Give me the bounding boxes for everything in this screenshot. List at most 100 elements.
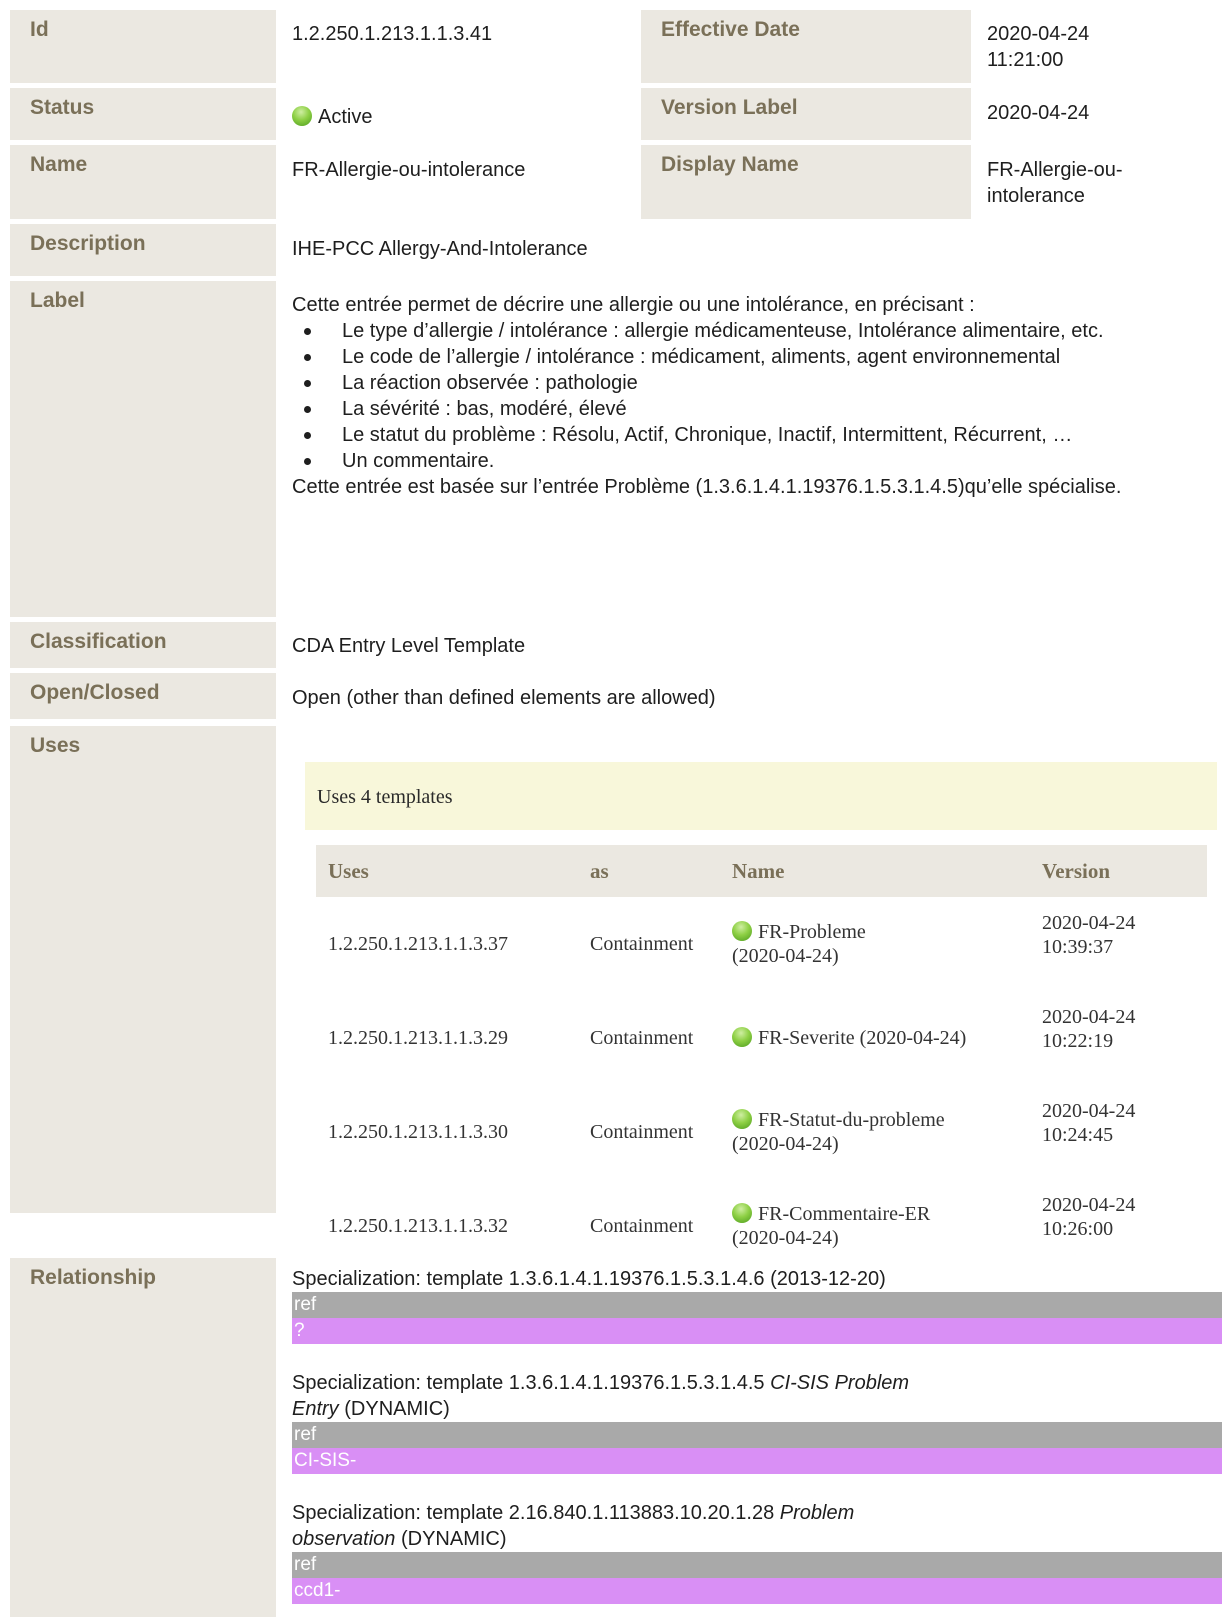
col-as-header: as [578,845,720,897]
specialization-flexibility: (DYNAMIC) [395,1528,507,1550]
classification-label: Classification [10,622,276,668]
prefix-bar: ? [292,1318,1222,1344]
ref-bar: ref [292,1292,1222,1318]
uses-as: Containment [590,1215,694,1237]
relationship-value: Specialization: template 1.3.6.1.4.1.193… [292,1262,1222,1604]
uses-as: Containment [590,1027,694,1049]
version-date: 2020-04-24 [1042,1194,1136,1216]
classification-value: CDA Entry Level Template [292,635,526,657]
description-label: Description [10,224,276,276]
status-label: Status [10,88,276,140]
label-outro: Cette entrée est basée sur l’entrée Prob… [292,476,1122,498]
label-value: Cette entrée permet de décrire une aller… [292,284,1192,500]
id-value: 1.2.250.1.213.1.1.3.41 [292,23,493,45]
list-item: Un commentaire. [304,448,1192,474]
uses-table: Uses as Name Version 1.2.250.1.213.1.1.3… [316,845,1207,1273]
display-name-value: FR-Allergie-ou- intolerance [987,149,1123,209]
status-text: Active [318,106,373,128]
ref-bar: ref [292,1422,1222,1448]
specialization-flexibility: (DYNAMIC) [338,1398,450,1420]
uses-name-date: (2020-04-24) [732,945,839,967]
template-link[interactable]: FR-Severite [758,1027,855,1049]
status-value: Active [292,96,372,130]
specialization-block: Specialization: template 1.3.6.1.4.1.193… [292,1370,1222,1474]
display-name-label: Display Name [641,145,971,219]
list-item: Le type d’allergie / intolérance : aller… [304,318,1192,344]
specialization-block: Specialization: template 2.16.840.1.1138… [292,1500,1222,1604]
list-item: Le statut du problème : Résolu, Actif, C… [304,422,1192,448]
uses-name-date: (2020-04-24) [859,1027,967,1049]
table-row: 1.2.250.1.213.1.1.3.29 Containment FR-Se… [316,991,1207,1085]
uses-version: 2020-04-24 10:39:37 [1030,897,1207,991]
specialization-name[interactable]: Problem [780,1502,854,1524]
uses-oid: 1.2.250.1.213.1.1.3.30 [328,1121,508,1143]
uses-version: 2020-04-24 10:26:00 [1030,1179,1207,1273]
name-value: FR-Allergie-ou-intolerance [292,159,526,181]
active-status-icon [732,1203,752,1223]
version-label-label: Version Label [641,88,971,140]
active-status-icon [732,1109,752,1129]
table-row: 1.2.250.1.213.1.1.3.32 Containment FR-Co… [316,1179,1207,1273]
active-status-icon [732,1027,752,1047]
col-uses-header: Uses [316,845,578,897]
uses-oid: 1.2.250.1.213.1.1.3.32 [328,1215,508,1237]
ref-bar: ref [292,1552,1222,1578]
relationship-label: Relationship [10,1258,276,1617]
version-time: 10:26:00 [1042,1218,1114,1240]
active-status-icon [292,106,312,126]
uses-oid: 1.2.250.1.213.1.1.3.29 [328,1027,508,1049]
uses-name: FR-Severite (2020-04-24) [720,991,1030,1085]
version-time: 10:22:19 [1042,1030,1114,1052]
uses-header-row: Uses as Name Version [316,845,1207,897]
active-status-icon [732,921,752,941]
version-label-value: 2020-04-24 [987,102,1090,124]
open-closed-label: Open/Closed [10,673,276,719]
label-item-list: Le type d’allergie / intolérance : aller… [292,318,1192,474]
uses-version: 2020-04-24 10:24:45 [1030,1085,1207,1179]
version-date: 2020-04-24 [1042,1100,1136,1122]
specialization-text: Specialization: template 1.3.6.1.4.1.193… [292,1268,886,1290]
version-date: 2020-04-24 [1042,912,1136,934]
specialization-oid-text: Specialization: template 1.3.6.1.4.1.193… [292,1372,771,1394]
version-time: 10:24:45 [1042,1124,1114,1146]
name-label: Name [10,145,276,219]
specialization-name-cont[interactable]: observation [292,1528,395,1550]
uses-version: 2020-04-24 10:22:19 [1030,991,1207,1085]
prefix-bar: ccd1- [292,1578,1222,1604]
effective-date-time: 11:21:00 [987,49,1064,71]
description-value: IHE-PCC Allergy-And-Intolerance [292,238,588,260]
prefix-bar: CI-SIS- [292,1448,1222,1474]
uses-as: Containment [590,933,694,955]
uses-oid: 1.2.250.1.213.1.1.3.37 [328,933,508,955]
specialization-text: Specialization: template 1.3.6.1.4.1.193… [292,1370,1032,1422]
effective-date-label: Effective Date [641,10,971,83]
display-name-line2: intolerance [987,185,1085,207]
col-version-header: Version [1030,845,1207,897]
label-intro: Cette entrée permet de décrire une aller… [292,294,975,316]
specialization-text: Specialization: template 2.16.840.1.1138… [292,1500,1032,1552]
version-date: 2020-04-24 [1042,1006,1136,1028]
list-item: Le code de l’allergie / intolérance : mé… [304,344,1192,370]
col-name-header: Name [720,845,1030,897]
specialization-block: Specialization: template 1.3.6.1.4.1.193… [292,1266,1222,1344]
uses-as: Containment [590,1121,694,1143]
uses-name: FR-Probleme (2020-04-24) [720,897,1030,991]
table-row: 1.2.250.1.213.1.1.3.30 Containment FR-St… [316,1085,1207,1179]
template-link[interactable]: FR-Commentaire-ER [758,1203,930,1225]
display-name-line1: FR-Allergie-ou- [987,159,1123,181]
template-link[interactable]: FR-Statut-du-probleme [758,1109,945,1131]
table-row: 1.2.250.1.213.1.1.3.37 Containment FR-Pr… [316,897,1207,991]
specialization-oid-text: Specialization: template 2.16.840.1.1138… [292,1502,780,1524]
uses-name-date: (2020-04-24) [732,1133,839,1155]
label-label: Label [10,281,276,617]
uses-name: FR-Statut-du-probleme (2020-04-24) [720,1085,1030,1179]
uses-name: FR-Commentaire-ER (2020-04-24) [720,1179,1030,1273]
uses-summary: Uses 4 templates [305,762,1217,830]
open-closed-value: Open (other than defined elements are al… [292,687,716,709]
specialization-name-cont[interactable]: Entry [292,1398,339,1420]
template-link[interactable]: FR-Probleme [758,921,866,943]
effective-date-value: 2020-04-24 11:21:00 [987,13,1089,73]
specialization-name[interactable]: CI-SIS Problem [770,1372,909,1394]
effective-date-date: 2020-04-24 [987,23,1090,45]
list-item: La sévérité : bas, modéré, élevé [304,396,1192,422]
